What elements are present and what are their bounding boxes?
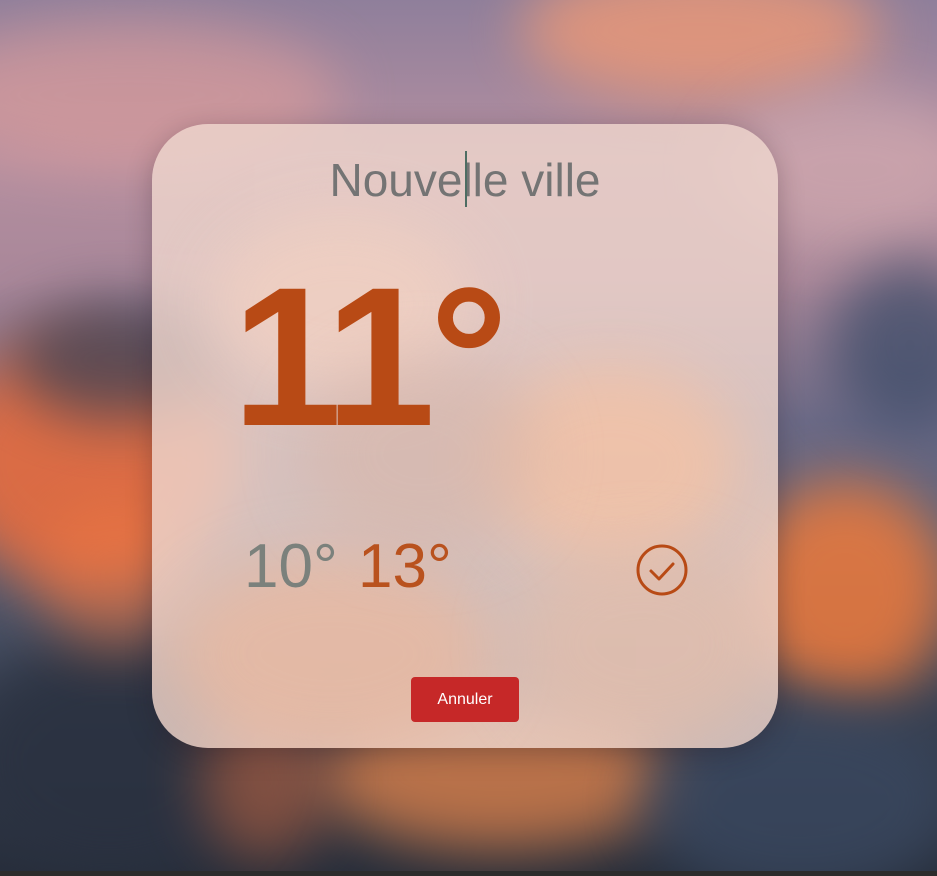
background-blur	[830, 260, 937, 430]
cancel-button[interactable]: Annuler	[411, 677, 519, 722]
max-temperature: 13°	[358, 532, 452, 601]
confirm-button[interactable]	[634, 542, 690, 598]
check-circle-icon	[636, 544, 688, 596]
current-temperature: 11°	[232, 246, 508, 467]
text-caret	[465, 151, 467, 207]
weather-card: 11° 10° 13° Annuler	[152, 124, 778, 748]
min-temperature: 10°	[244, 532, 338, 601]
background-blur	[520, 0, 880, 100]
screen-bottom-edge	[0, 871, 937, 876]
